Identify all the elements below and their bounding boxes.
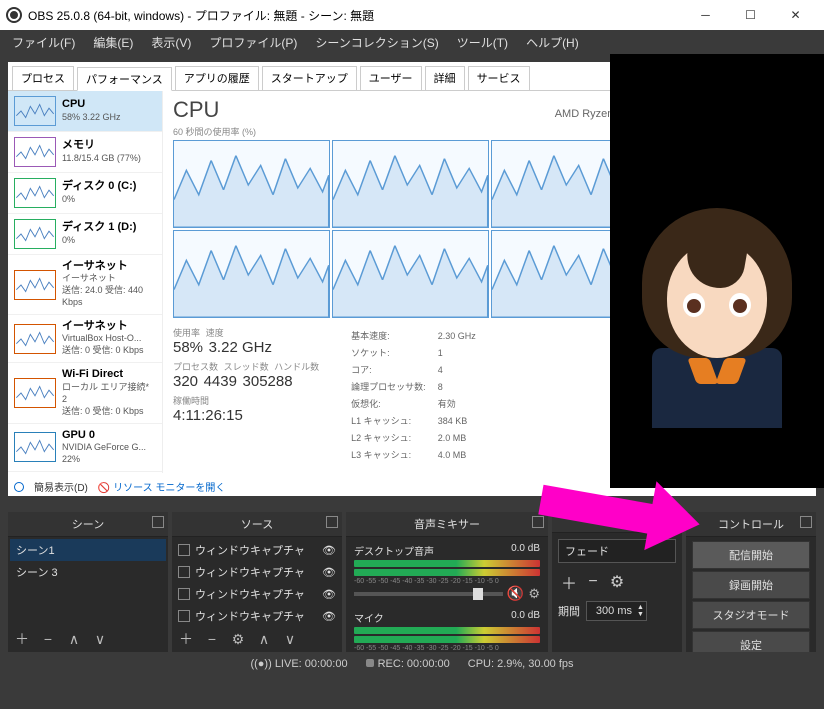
sidebar-item[interactable]: メモリ11.8/15.4 GB (77%) — [8, 132, 162, 173]
source-lock-icon[interactable] — [178, 544, 190, 556]
annotation-arrow — [540, 475, 720, 545]
taskmgr-tab[interactable]: スタートアップ — [262, 66, 357, 90]
cpu-core-graph — [332, 230, 489, 318]
mixer-panel: 音声ミキサー デスクトップ音声0.0 dB-60 -55 -50 -45 -40… — [346, 512, 548, 652]
sidebar-item[interactable]: ディスク 1 (D:)0% — [8, 214, 162, 255]
sidebar-item[interactable]: CPU58% 3.22 GHz — [8, 91, 162, 132]
avatar-character — [627, 208, 807, 488]
duration-input[interactable]: ▲▼ — [586, 601, 647, 621]
mute-button[interactable]: 🔇 — [507, 585, 524, 602]
visibility-icon[interactable]: 👁 — [322, 566, 336, 579]
control-button[interactable]: 設定 — [692, 631, 810, 652]
preview-avatar-area — [610, 54, 824, 488]
menu-item[interactable]: 編集(E) — [85, 32, 141, 53]
taskmgr-sidebar: CPU58% 3.22 GHzメモリ11.8/15.4 GB (77%)ディスク… — [8, 91, 163, 473]
popout-icon[interactable] — [152, 516, 164, 528]
controls-title: コントロール — [718, 519, 784, 531]
menu-bar: ファイル(F)編集(E)表示(V)プロファイル(P)シーンコレクション(S)ツー… — [0, 30, 824, 54]
window-title: OBS 25.0.8 (64-bit, windows) - プロファイル: 無… — [28, 7, 374, 24]
cpu-detail: 基本速度:2.30 GHzソケット:1コア:4論理プロセッサ数:8仮想化:有効L… — [349, 326, 488, 464]
maximize-button[interactable]: ☐ — [728, 0, 773, 30]
visibility-icon[interactable]: 👁 — [322, 610, 336, 623]
sources-toolbar: ＋ − ⚙ ∧ ∨ — [172, 626, 342, 652]
channel-settings-button[interactable]: ⚙ — [528, 586, 540, 602]
scene-item[interactable]: シーン1 — [10, 539, 166, 561]
source-lock-icon[interactable] — [178, 566, 190, 578]
sidebar-item[interactable]: イーサネットVirtualBox Host-O...送信: 0 受信: 0 Kb… — [8, 315, 162, 363]
window-titlebar: OBS 25.0.8 (64-bit, windows) - プロファイル: 無… — [0, 0, 824, 30]
transition-props-button[interactable]: ⚙ — [606, 571, 628, 593]
sidebar-item[interactable]: GPU 0NVIDIA GeForce G...22% — [8, 424, 162, 472]
close-button[interactable]: ✕ — [773, 0, 818, 30]
taskmgr-tab[interactable]: プロセス — [12, 66, 74, 90]
sidebar-item[interactable]: ディスク 0 (C:)0% — [8, 173, 162, 214]
cpu-core-graph — [332, 140, 489, 228]
add-scene-button[interactable]: ＋ — [10, 628, 34, 650]
rec-status: REC: 00:00:00 — [366, 658, 450, 670]
scenes-panel: シーン シーン1シーン 3 ＋ − ∧ ∨ — [8, 512, 168, 652]
scenes-title: シーン — [72, 519, 104, 531]
menu-item[interactable]: 表示(V) — [143, 32, 199, 53]
menu-item[interactable]: ファイル(F) — [4, 32, 83, 53]
live-status: ((●)) LIVE: 00:00:00 — [250, 658, 347, 670]
volume-slider[interactable] — [354, 592, 503, 596]
taskmgr-tab[interactable]: ユーザー — [360, 66, 422, 90]
scene-up-button[interactable]: ∧ — [62, 628, 86, 650]
source-lock-icon[interactable] — [178, 610, 190, 622]
sidebar-item[interactable]: Wi-Fi Directローカル エリア接続* 2送信: 0 受信: 0 Kbp… — [8, 363, 162, 423]
mixer-channel: マイク0.0 dB-60 -55 -50 -45 -40 -35 -30 -25… — [348, 606, 546, 652]
sidebar-item[interactable]: イーサネットイーサネット送信: 24.0 受信: 440 Kbps — [8, 255, 162, 315]
visibility-icon[interactable]: 👁 — [322, 544, 336, 557]
sources-panel: ソース ウィンドウキャプチャ👁ウィンドウキャプチャ👁ウィンドウキャプチャ👁ウィン… — [172, 512, 342, 652]
visibility-icon[interactable]: 👁 — [322, 588, 336, 601]
source-up-button[interactable]: ∧ — [252, 628, 276, 650]
sources-title: ソース — [241, 519, 273, 531]
scenes-toolbar: ＋ − ∧ ∨ — [8, 626, 168, 652]
cpu-core-graph — [173, 140, 330, 228]
source-item[interactable]: ウィンドウキャプチャ👁 — [174, 583, 340, 605]
status-bar: ((●)) LIVE: 00:00:00 REC: 00:00:00 CPU: … — [0, 652, 824, 676]
mixer-title: 音声ミキサー — [414, 519, 480, 531]
remove-scene-button[interactable]: − — [36, 628, 60, 650]
menu-item[interactable]: ツール(T) — [449, 32, 516, 53]
control-button[interactable]: 配信開始 — [692, 541, 810, 569]
source-down-button[interactable]: ∨ — [278, 628, 302, 650]
collapse-icon[interactable] — [14, 482, 24, 492]
source-item[interactable]: ウィンドウキャプチャ👁 — [174, 605, 340, 626]
resource-monitor-link[interactable]: 🚫 リソース モニターを開く — [98, 479, 226, 494]
source-item[interactable]: ウィンドウキャプチャ👁 — [174, 539, 340, 561]
scene-down-button[interactable]: ∨ — [88, 628, 112, 650]
menu-item[interactable]: ヘルプ(H) — [518, 32, 587, 53]
menu-item[interactable]: シーンコレクション(S) — [307, 32, 446, 53]
cpu-heading: CPU — [173, 97, 219, 123]
popout-icon[interactable] — [326, 516, 338, 528]
control-button[interactable]: スタジオモード — [692, 601, 810, 629]
minimize-button[interactable]: ─ — [683, 0, 728, 30]
remove-source-button[interactable]: − — [200, 628, 224, 650]
remove-transition-button[interactable]: − — [582, 571, 604, 593]
source-item[interactable]: ウィンドウキャプチャ👁 — [174, 561, 340, 583]
add-transition-button[interactable]: ＋ — [558, 571, 580, 593]
scene-item[interactable]: シーン 3 — [10, 561, 166, 583]
add-source-button[interactable]: ＋ — [174, 628, 198, 650]
duration-label: 期間 — [558, 603, 580, 619]
taskmgr-tab[interactable]: 詳細 — [425, 66, 465, 90]
cpu-status: CPU: 2.9%, 30.00 fps — [468, 658, 574, 670]
app-icon — [6, 7, 22, 23]
source-props-button[interactable]: ⚙ — [226, 628, 250, 650]
cpu-core-graph — [173, 230, 330, 318]
control-button[interactable]: 録画開始 — [692, 571, 810, 599]
source-lock-icon[interactable] — [178, 588, 190, 600]
mixer-channel: デスクトップ音声0.0 dB-60 -55 -50 -45 -40 -35 -3… — [348, 539, 546, 606]
taskmgr-tab[interactable]: パフォーマンス — [77, 67, 172, 91]
taskmgr-tab[interactable]: サービス — [468, 66, 530, 90]
simple-view-link[interactable]: 簡易表示(D) — [34, 479, 88, 494]
menu-item[interactable]: プロファイル(P) — [201, 32, 305, 53]
popout-icon[interactable] — [800, 516, 812, 528]
taskmgr-tab[interactable]: アプリの履歴 — [175, 66, 259, 90]
sidebar-item[interactable]: GPU 1AMD Radeon(TM) ...64% — [8, 472, 162, 473]
